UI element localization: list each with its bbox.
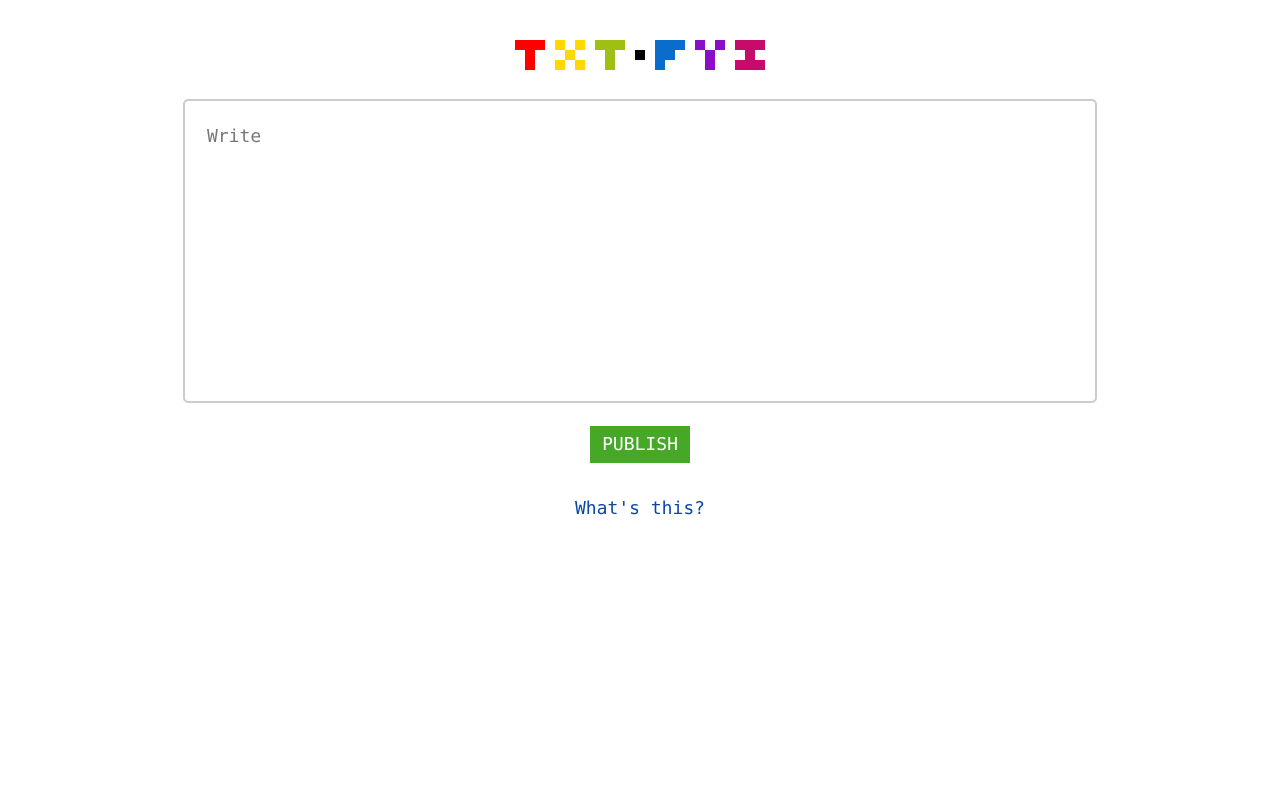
- logo-letter-i-pixel: [745, 40, 755, 50]
- logo-letter-t-pixel: [605, 60, 615, 70]
- logo-dot-pixel: [635, 50, 645, 60]
- logo-letter-t-pixel: [525, 50, 535, 60]
- logo-letter-i-pixel: [735, 40, 745, 50]
- logo-letter-t-pixel: [535, 40, 545, 50]
- about-section: What's this?: [0, 497, 1280, 521]
- logo-letter-t: [595, 40, 625, 70]
- logo-letter-f-pixel: [665, 50, 675, 60]
- logo-letter-x-pixel: [575, 40, 585, 50]
- page: PUBLISH What's this?: [0, 0, 1280, 800]
- logo-letter-x-pixel: [575, 60, 585, 70]
- logo-dot: [635, 50, 645, 60]
- logo-letter-f-pixel: [655, 40, 665, 50]
- logo-letter-t: [515, 40, 545, 70]
- logo-letter-f-pixel: [655, 50, 665, 60]
- logo-letter-i-pixel: [735, 60, 745, 70]
- logo-letter-t-pixel: [595, 40, 605, 50]
- logo-letter-t-pixel: [515, 40, 525, 50]
- logo-letter-i-pixel: [745, 50, 755, 60]
- site-logo[interactable]: [515, 40, 765, 70]
- logo-letter-x-pixel: [555, 60, 565, 70]
- logo-letter-t-pixel: [525, 40, 535, 50]
- logo-letter-x-pixel: [555, 40, 565, 50]
- logo-letter-y-pixel: [715, 40, 725, 50]
- logo-letter-x-pixel: [565, 50, 575, 60]
- logo-letter-x: [555, 40, 585, 70]
- logo-letter-f-pixel: [655, 60, 665, 70]
- logo-letter-t-pixel: [605, 50, 615, 60]
- logo-letter-i-pixel: [755, 40, 765, 50]
- publish-button[interactable]: PUBLISH: [590, 426, 690, 463]
- logo-letter-t-pixel: [605, 40, 615, 50]
- logo-letter-f-pixel: [675, 40, 685, 50]
- logo-letter-f-pixel: [665, 40, 675, 50]
- logo-letter-y-pixel: [705, 50, 715, 60]
- logo-letter-t-pixel: [615, 40, 625, 50]
- logo-letter-i: [735, 40, 765, 70]
- logo-letter-y: [695, 40, 725, 70]
- logo-letter-i-pixel: [755, 60, 765, 70]
- logo-letter-t-pixel: [525, 60, 535, 70]
- logo-letter-f: [655, 40, 685, 70]
- logo-letter-y-pixel: [695, 40, 705, 50]
- whats-this-link[interactable]: What's this?: [575, 498, 705, 519]
- logo-letter-y-pixel: [705, 60, 715, 70]
- site-logo-pixel-art: [515, 40, 765, 70]
- logo-letter-i-pixel: [745, 60, 755, 70]
- text-editor[interactable]: [183, 99, 1097, 403]
